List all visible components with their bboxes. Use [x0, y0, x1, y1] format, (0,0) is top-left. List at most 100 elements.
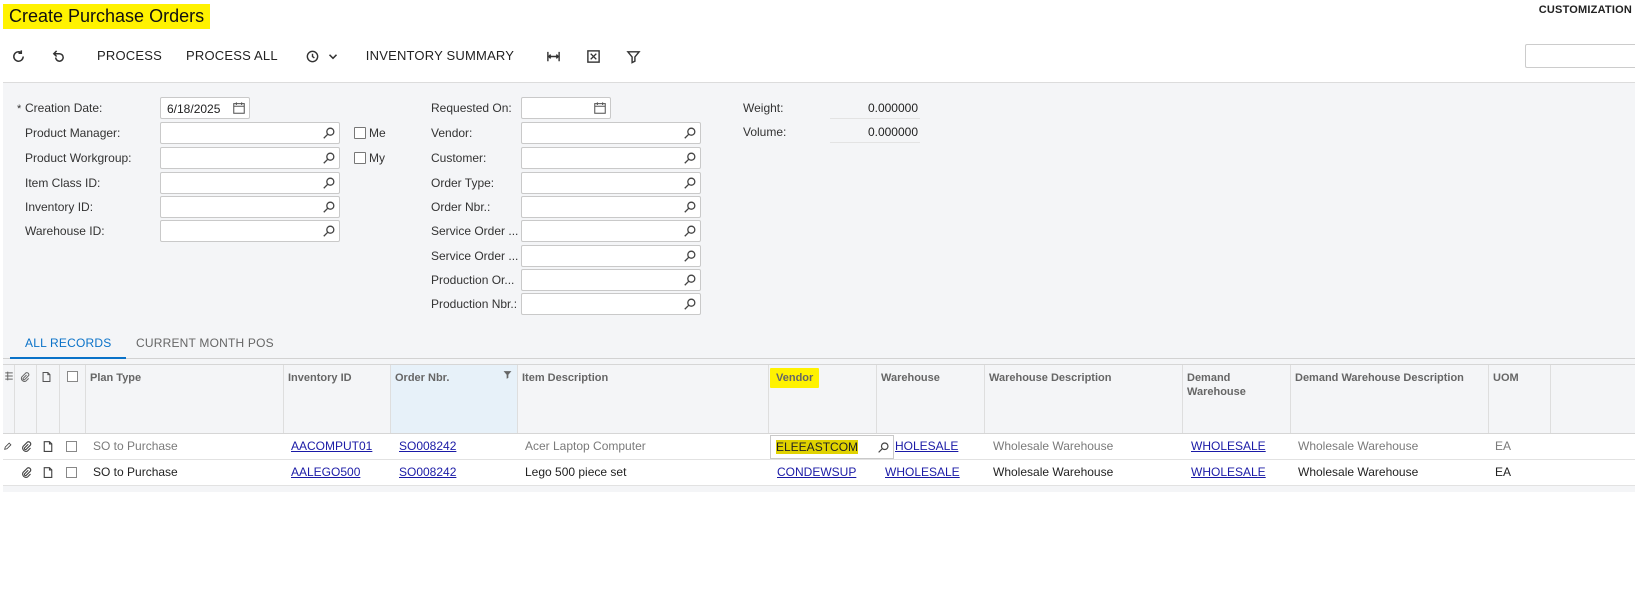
column-config-icon[interactable]	[4, 371, 14, 381]
chevron-down-icon[interactable]	[326, 43, 340, 69]
search-icon[interactable]	[683, 126, 697, 140]
search-icon[interactable]	[683, 224, 697, 238]
plan-type-cell: SO to Purchase	[93, 439, 178, 453]
process-all-button[interactable]: PROCESS ALL	[174, 43, 290, 69]
me-checkbox[interactable]	[354, 127, 366, 139]
product-manager-field[interactable]	[160, 122, 340, 144]
production-nbr-label: Production Nbr.:	[431, 297, 518, 311]
row-checkbox[interactable]	[66, 467, 77, 478]
weight-label: Weight:	[743, 101, 784, 115]
row-checkbox[interactable]	[66, 441, 77, 452]
demand-warehouse-link[interactable]: WHOLESALE	[1191, 439, 1266, 453]
search-icon[interactable]	[683, 273, 697, 287]
plan-type-cell: SO to Purchase	[93, 465, 178, 479]
table-row[interactable]: SO to Purchase AACOMPUT01 SO008242 Acer …	[3, 434, 1635, 460]
inventory-id-field[interactable]	[160, 196, 340, 218]
order-type-label: Order Type:	[431, 176, 495, 190]
search-icon[interactable]	[322, 176, 336, 190]
demand-warehouse-link[interactable]: WHOLESALE	[1191, 465, 1266, 479]
demand-warehouse-header[interactable]: Demand Warehouse	[1183, 365, 1291, 433]
requested-on-label: Requested On:	[431, 101, 512, 115]
search-icon[interactable]	[877, 441, 890, 454]
order-nbr-field[interactable]	[521, 196, 701, 218]
warehouse-id-field[interactable]	[160, 220, 340, 242]
filter-icon[interactable]	[620, 43, 646, 69]
vendor-header[interactable]: Vendor	[769, 365, 877, 433]
order-nbr-header-label: Order Nbr.	[395, 372, 450, 384]
vendor-edit-field[interactable]: ELEEASTCOM	[770, 435, 894, 459]
uom-header[interactable]: UOM	[1489, 365, 1551, 433]
select-all-column[interactable]	[60, 365, 86, 433]
service-order-type-field[interactable]	[521, 220, 701, 242]
note-icon[interactable]	[42, 440, 54, 453]
search-icon[interactable]	[322, 151, 336, 165]
fit-columns-icon[interactable]	[540, 43, 566, 69]
customer-label: Customer:	[431, 151, 487, 165]
order-nbr-header[interactable]: Order Nbr.	[391, 365, 518, 433]
inventory-id-link[interactable]: AACOMPUT01	[291, 439, 372, 453]
inventory-summary-button[interactable]: INVENTORY SUMMARY	[354, 43, 526, 69]
creation-date-field[interactable]: 6/18/2025	[160, 97, 250, 119]
warehouse-header[interactable]: Warehouse	[877, 365, 985, 433]
excel-export-icon[interactable]	[580, 43, 606, 69]
order-nbr-link[interactable]: SO008242	[399, 439, 456, 453]
attachment-column[interactable]	[15, 365, 37, 433]
search-icon[interactable]	[683, 200, 697, 214]
demand-warehouse-description-header[interactable]: Demand Warehouse Description	[1291, 365, 1489, 433]
plan-type-header[interactable]: Plan Type	[86, 365, 284, 433]
search-icon[interactable]	[683, 176, 697, 190]
undo-icon[interactable]	[45, 43, 71, 69]
select-all-checkbox[interactable]	[67, 371, 78, 382]
warehouse-link[interactable]: WHOLESALE	[885, 465, 960, 479]
row-selector-column[interactable]	[3, 365, 15, 433]
warehouse-link[interactable]: HOLESALE	[895, 439, 958, 453]
demand-warehouse-description-cell: Wholesale Warehouse	[1298, 439, 1419, 453]
demand-warehouse-description-cell: Wholesale Warehouse	[1298, 465, 1419, 479]
vendor-link[interactable]: CONDEWSUP	[777, 465, 856, 479]
inventory-id-link[interactable]: AALEGO500	[291, 465, 360, 479]
production-nbr-field[interactable]	[521, 293, 701, 315]
refresh-icon[interactable]	[5, 43, 31, 69]
search-icon[interactable]	[322, 126, 336, 140]
inventory-id-label: Inventory ID:	[25, 200, 94, 214]
search-icon[interactable]	[683, 151, 697, 165]
note-icon	[42, 372, 51, 382]
product-manager-label: Product Manager:	[25, 126, 121, 140]
search-icon[interactable]	[322, 200, 336, 214]
search-icon[interactable]	[322, 224, 336, 238]
schedule-icon[interactable]	[300, 43, 326, 69]
calendar-icon[interactable]	[593, 101, 607, 115]
note-icon[interactable]	[42, 466, 54, 479]
item-description-header[interactable]: Item Description	[518, 365, 769, 433]
tab-current-month-pos[interactable]: CURRENT MONTH POS	[121, 329, 289, 359]
item-description-cell: Acer Laptop Computer	[525, 439, 646, 453]
calendar-icon[interactable]	[232, 101, 246, 115]
vendor-filter-field[interactable]	[521, 122, 701, 144]
customer-field[interactable]	[521, 147, 701, 169]
page-title: Create Purchase Orders	[3, 4, 211, 29]
production-order-type-field[interactable]	[521, 269, 701, 291]
item-class-id-field[interactable]	[160, 172, 340, 194]
my-checkbox[interactable]	[354, 152, 366, 164]
paperclip-icon[interactable]	[20, 466, 32, 479]
warehouse-id-label: Warehouse ID:	[25, 224, 105, 238]
inventory-id-header[interactable]: Inventory ID	[284, 365, 391, 433]
order-nbr-link[interactable]: SO008242	[399, 465, 456, 479]
search-icon[interactable]	[683, 249, 697, 263]
warehouse-description-header[interactable]: Warehouse Description	[985, 365, 1183, 433]
product-workgroup-field[interactable]	[160, 147, 340, 169]
order-type-field[interactable]	[521, 172, 701, 194]
customization-menu[interactable]: CUSTOMIZATION	[1539, 4, 1632, 16]
toolbar-search-input[interactable]	[1525, 44, 1635, 68]
process-button[interactable]: PROCESS	[85, 43, 174, 69]
service-order-nbr-field[interactable]	[521, 245, 701, 267]
table-row[interactable]: SO to Purchase AALEGO500 SO008242 Lego 5…	[3, 460, 1635, 486]
service-order-type-label: Service Order ...	[431, 224, 519, 238]
column-filter-icon[interactable]	[503, 370, 512, 379]
creation-date-value: 6/18/2025	[167, 102, 221, 116]
search-icon[interactable]	[683, 297, 697, 311]
note-column[interactable]	[37, 365, 60, 433]
tab-all-records[interactable]: ALL RECORDS	[10, 329, 127, 359]
requested-on-field[interactable]	[521, 97, 611, 119]
paperclip-icon[interactable]	[20, 440, 32, 453]
